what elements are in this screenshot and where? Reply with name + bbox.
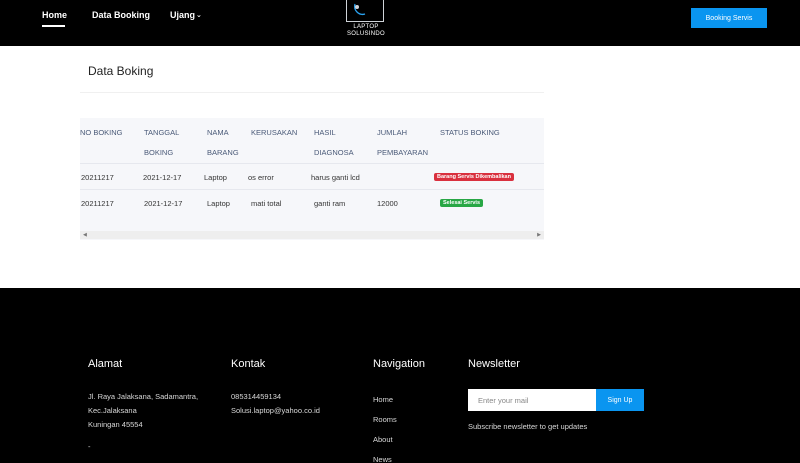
footer-link-news[interactable]: News <box>373 455 392 463</box>
footer-contact: 085314459134 Solusi.laptop@yahoo.co.id <box>231 390 320 418</box>
cell-hasil-diagnosa: harus ganti lcd <box>311 173 360 182</box>
contact-phone: 085314459134 <box>231 392 282 401</box>
newsletter-note: Subscribe newsletter to get updates <box>468 422 588 431</box>
column-header-nama-barang: NAMA BARANG <box>207 123 239 163</box>
column-header-line: JUMLAH <box>377 128 408 137</box>
column-header-jumlah-pembayaran: JUMLAH PEMBAYARAN <box>377 123 428 163</box>
column-header-line: NAMA <box>207 128 229 137</box>
column-header-kerusakan: KERUSAKAN <box>251 123 297 143</box>
divider <box>80 92 544 93</box>
address-line: Jl. Raya Jalaksana, Sadamantra, <box>88 392 199 401</box>
scroll-left-icon[interactable]: ◀ <box>83 231 87 239</box>
address-line: - <box>88 442 91 451</box>
footer-link-about[interactable]: About <box>373 435 393 444</box>
column-header-line: DIAGNOSA <box>314 148 354 157</box>
newsletter-email-input[interactable] <box>468 389 596 411</box>
nav-data-booking-link[interactable]: Data Booking <box>92 10 150 20</box>
column-header-hasil-diagnosa: HASIL DIAGNOSA <box>314 123 354 163</box>
status-badge: Selesai Servis <box>440 199 484 207</box>
cell-no-boking: 20211217 <box>81 199 114 208</box>
nav-user-label: Ujang <box>170 10 196 20</box>
column-header-line: PEMBAYARAN <box>377 148 428 157</box>
nav-user-dropdown[interactable]: Ujang⌄ <box>170 10 202 20</box>
status-badge: Barang Servis Dikembalikan <box>434 173 514 181</box>
footer-link-home[interactable]: Home <box>373 395 393 404</box>
footer-kontak-heading: Kontak <box>231 358 266 370</box>
cell-tanggal: 2021-12-17 <box>143 173 182 182</box>
site-footer: Alamat Jl. Raya Jalaksana, Sadamantra, K… <box>0 288 800 463</box>
booking-servis-button[interactable]: Booking Servis <box>691 8 767 28</box>
footer-newsletter-heading: Newsletter <box>468 358 520 370</box>
logo-text-line2: SOLUSINDO <box>346 31 386 37</box>
column-header-status-boking: STATUS BOKING <box>440 123 500 143</box>
page-title: Data Boking <box>88 64 154 78</box>
column-header-no-boking: NO BOKING <box>80 123 123 143</box>
scroll-right-icon[interactable]: ▶ <box>537 231 541 239</box>
footer-address: Jl. Raya Jalaksana, Sadamantra, Kec.Jala… <box>88 390 198 454</box>
cell-tanggal: 2021-12-17 <box>144 199 183 208</box>
contact-email[interactable]: Solusi.laptop@yahoo.co.id <box>231 404 320 418</box>
cell-nama-barang: Laptop <box>207 199 230 208</box>
column-header-line: TANGGAL <box>144 128 180 137</box>
column-header-line: STATUS BOKING <box>440 128 500 137</box>
row-divider <box>80 189 544 190</box>
footer-link-rooms[interactable]: Rooms <box>373 415 397 424</box>
top-navbar: Home Data Booking Ujang⌄ LAPTOP SOLUSIND… <box>0 0 800 46</box>
footer-navigation-heading: Navigation <box>373 358 425 370</box>
logo-text-line1: LAPTOP <box>353 24 379 30</box>
cell-hasil-diagnosa: ganti ram <box>314 199 346 208</box>
cell-nama-barang: Laptop <box>204 173 227 182</box>
column-header-line: HASIL <box>314 128 336 137</box>
booking-table: NO BOKING TANGGAL BOKING NAMA BARANG KERUS… <box>80 118 544 240</box>
row-divider <box>80 163 544 164</box>
laptop-logo-icon <box>346 0 384 22</box>
chevron-down-icon: ⌄ <box>196 12 202 19</box>
cell-kerusakan: mati total <box>251 199 282 208</box>
site-logo[interactable]: LAPTOP SOLUSINDO <box>340 0 392 40</box>
column-header-line: BOKING <box>144 148 174 157</box>
column-header-tanggal-boking: TANGGAL BOKING <box>144 123 179 163</box>
footer-alamat-heading: Alamat <box>88 358 123 370</box>
column-header-line: KERUSAKAN <box>251 128 298 137</box>
cell-jumlah: 12000 <box>377 199 398 208</box>
column-header-line: BARANG <box>207 148 239 157</box>
sign-up-button[interactable]: Sign Up <box>596 389 644 411</box>
horizontal-scrollbar[interactable]: ◀ ▶ <box>80 231 544 239</box>
address-line: Kec.Jalaksana <box>88 406 137 415</box>
column-header-line: NO BOKING <box>80 128 123 137</box>
cell-kerusakan: os error <box>248 173 274 182</box>
cell-no-boking: 20211217 <box>81 173 114 182</box>
address-line: Kuningan 45554 <box>88 420 143 429</box>
nav-home-link[interactable]: Home <box>42 10 67 20</box>
nav-active-indicator <box>42 25 65 27</box>
globe-icon <box>354 3 366 15</box>
